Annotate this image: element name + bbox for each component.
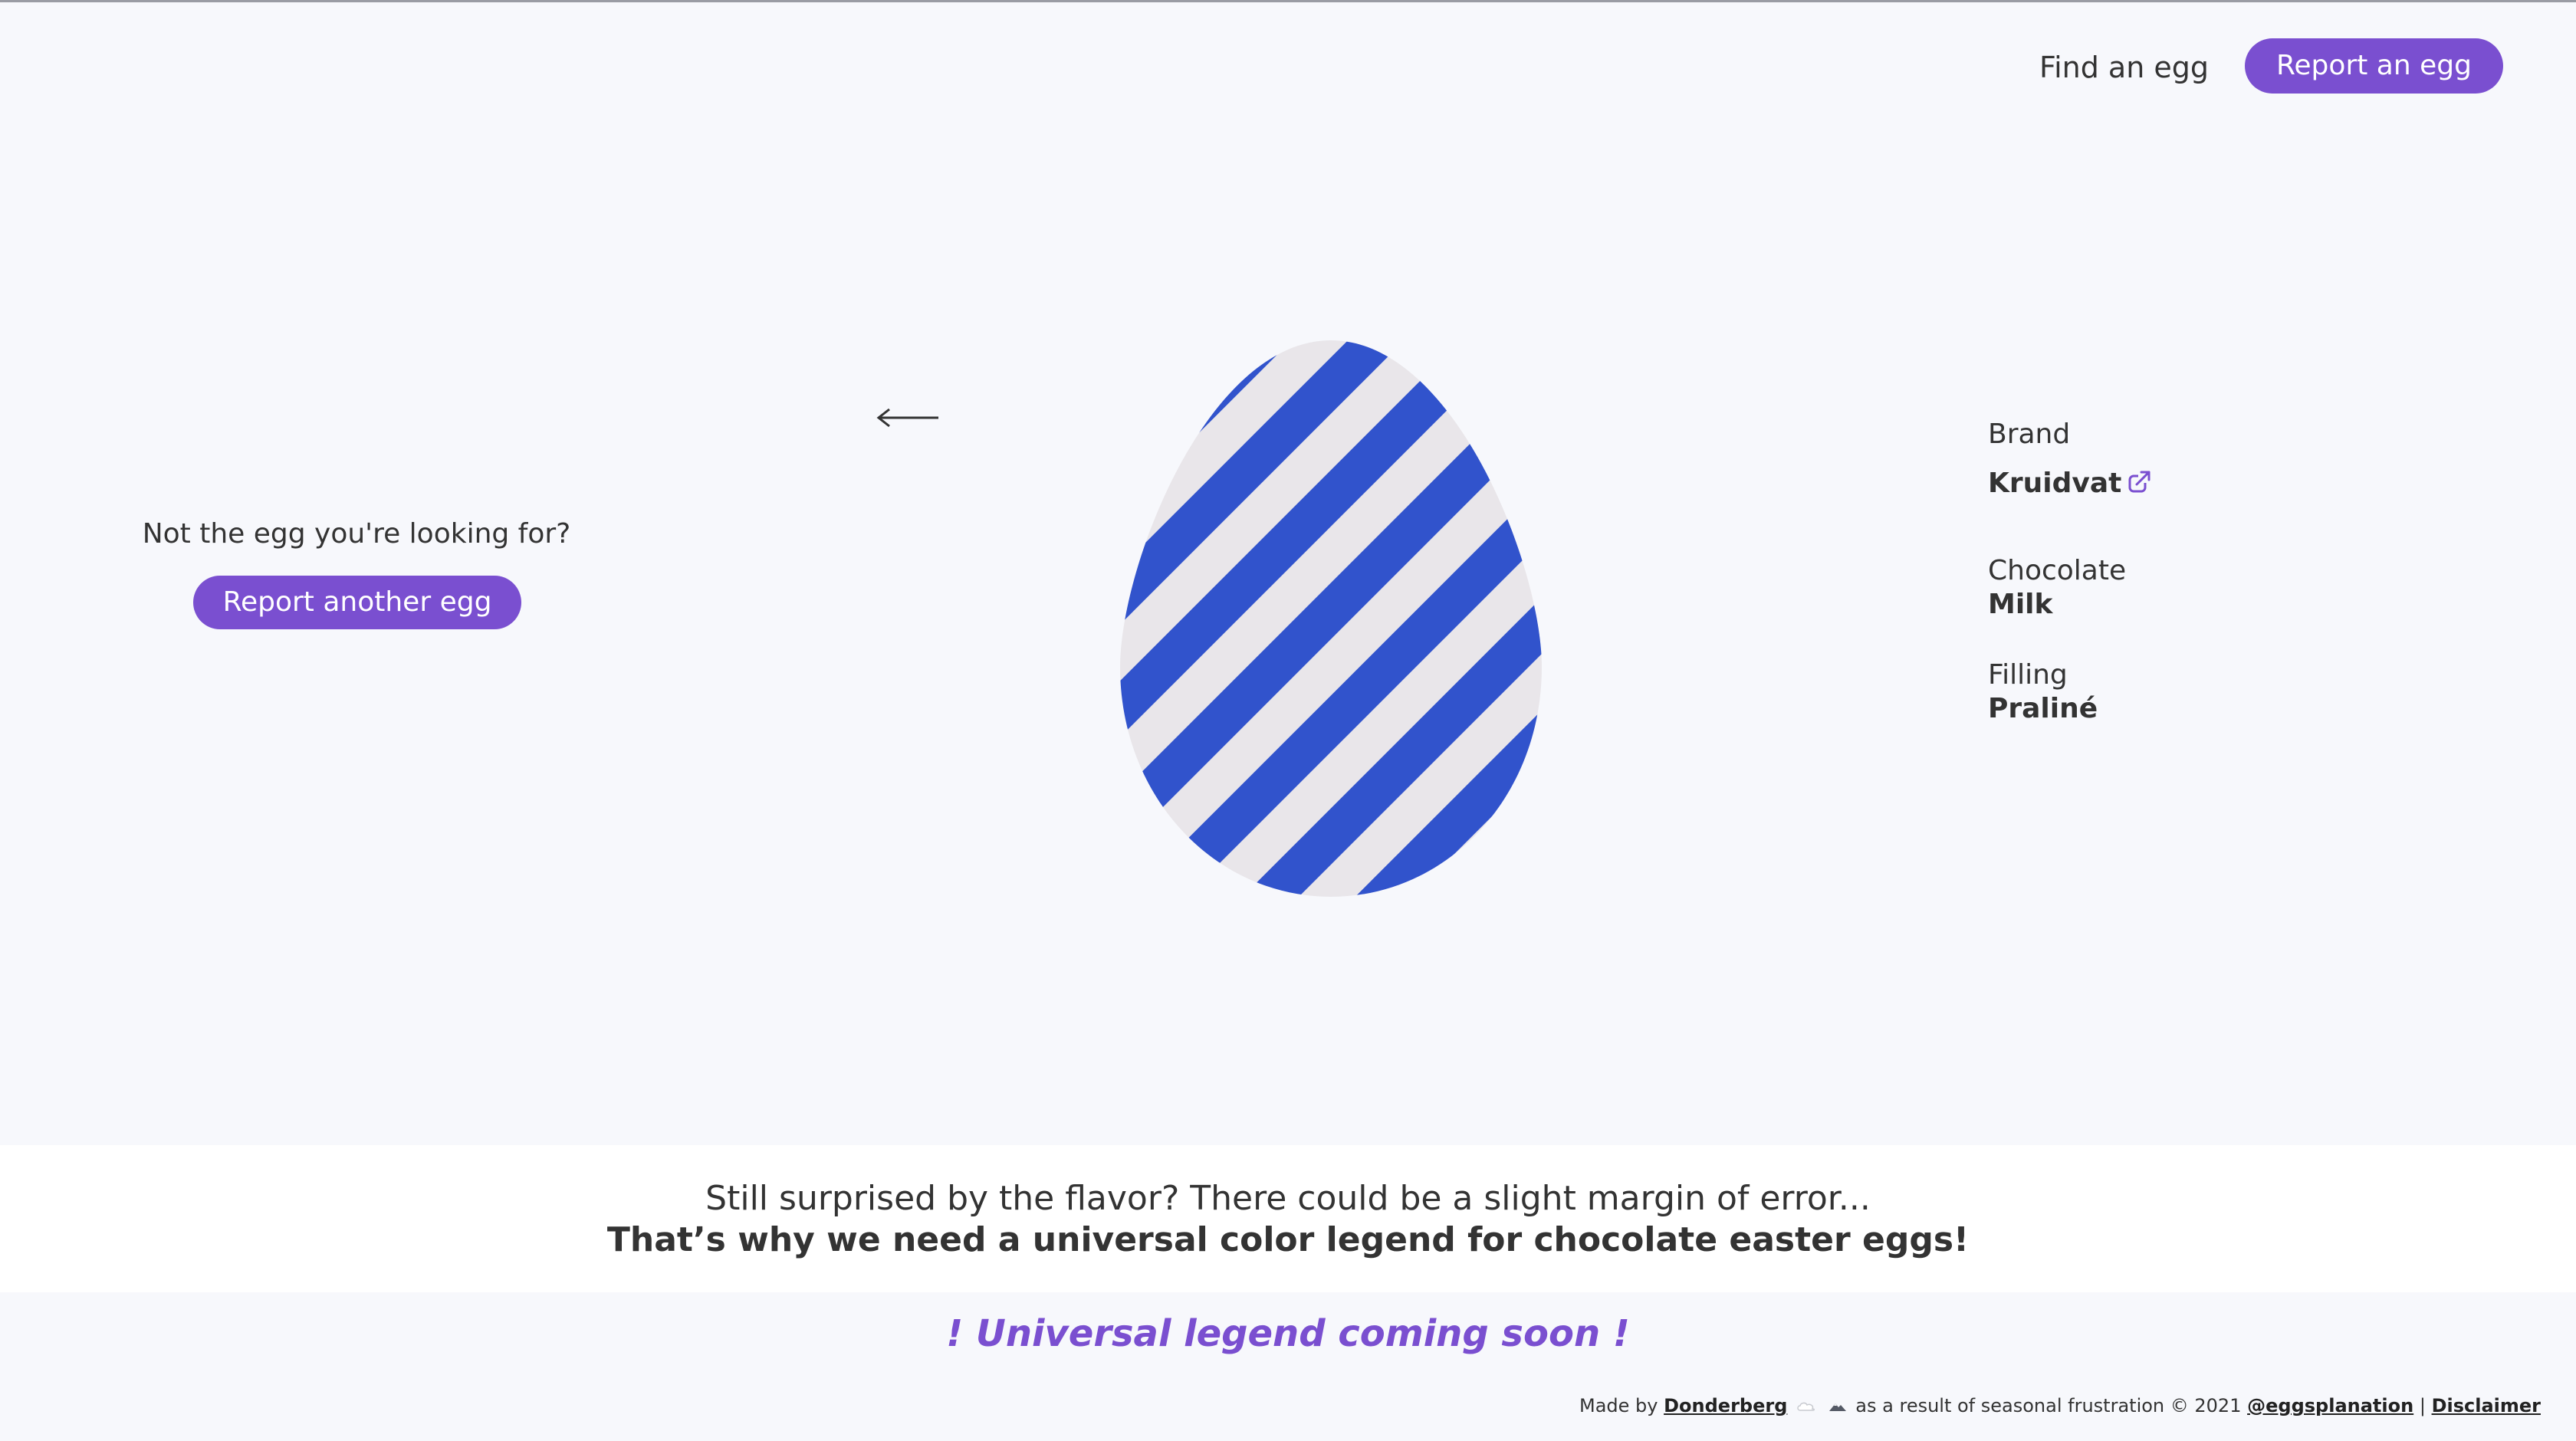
- cloud-icon: [1797, 1402, 1815, 1411]
- footer-middle-text: as a result of seasonal frustration © 20…: [1855, 1395, 2242, 1416]
- chocolate-value: Milk: [1988, 589, 2053, 620]
- report-another-egg-button[interactable]: Report another egg: [193, 576, 521, 629]
- mountain-icon: [1829, 1403, 1846, 1411]
- top-border: [0, 0, 2576, 2]
- error-margin-banner: [0, 1145, 2576, 1292]
- filling-value: Praliné: [1988, 693, 2098, 724]
- filling-label: Filling: [1988, 659, 2068, 691]
- disclaimer-link[interactable]: Disclaimer: [2432, 1395, 2541, 1416]
- author-link[interactable]: Donderberg: [1664, 1395, 1787, 1416]
- external-link-icon[interactable]: [2126, 469, 2152, 495]
- banner-text-line1: Still surprised by the flavor? There cou…: [705, 1179, 1871, 1218]
- footer: Made by Donderberg as a result of season…: [1579, 1395, 2541, 1416]
- footer-made-by: Made by: [1579, 1395, 1658, 1416]
- find-an-egg-link[interactable]: Find an egg: [2039, 46, 2269, 89]
- not-the-egg-question: Not the egg you're looking for?: [142, 518, 571, 550]
- egg-illustration: [1120, 340, 1542, 897]
- eggsplanation-link[interactable]: @eggsplanation: [2247, 1395, 2413, 1416]
- brand-label: Brand: [1988, 419, 2071, 450]
- report-an-egg-button[interactable]: Report an egg: [2245, 38, 2503, 94]
- chocolate-label: Chocolate: [1988, 555, 2127, 586]
- arrow-left-icon[interactable]: [874, 399, 943, 437]
- brand-value: Kruidvat: [1988, 468, 2122, 499]
- coming-soon-text: ! Universal legend coming soon !: [946, 1312, 1630, 1355]
- banner-text-line2: That’s why we need a universal color leg…: [606, 1220, 1970, 1259]
- footer-separator: |: [2419, 1395, 2426, 1416]
